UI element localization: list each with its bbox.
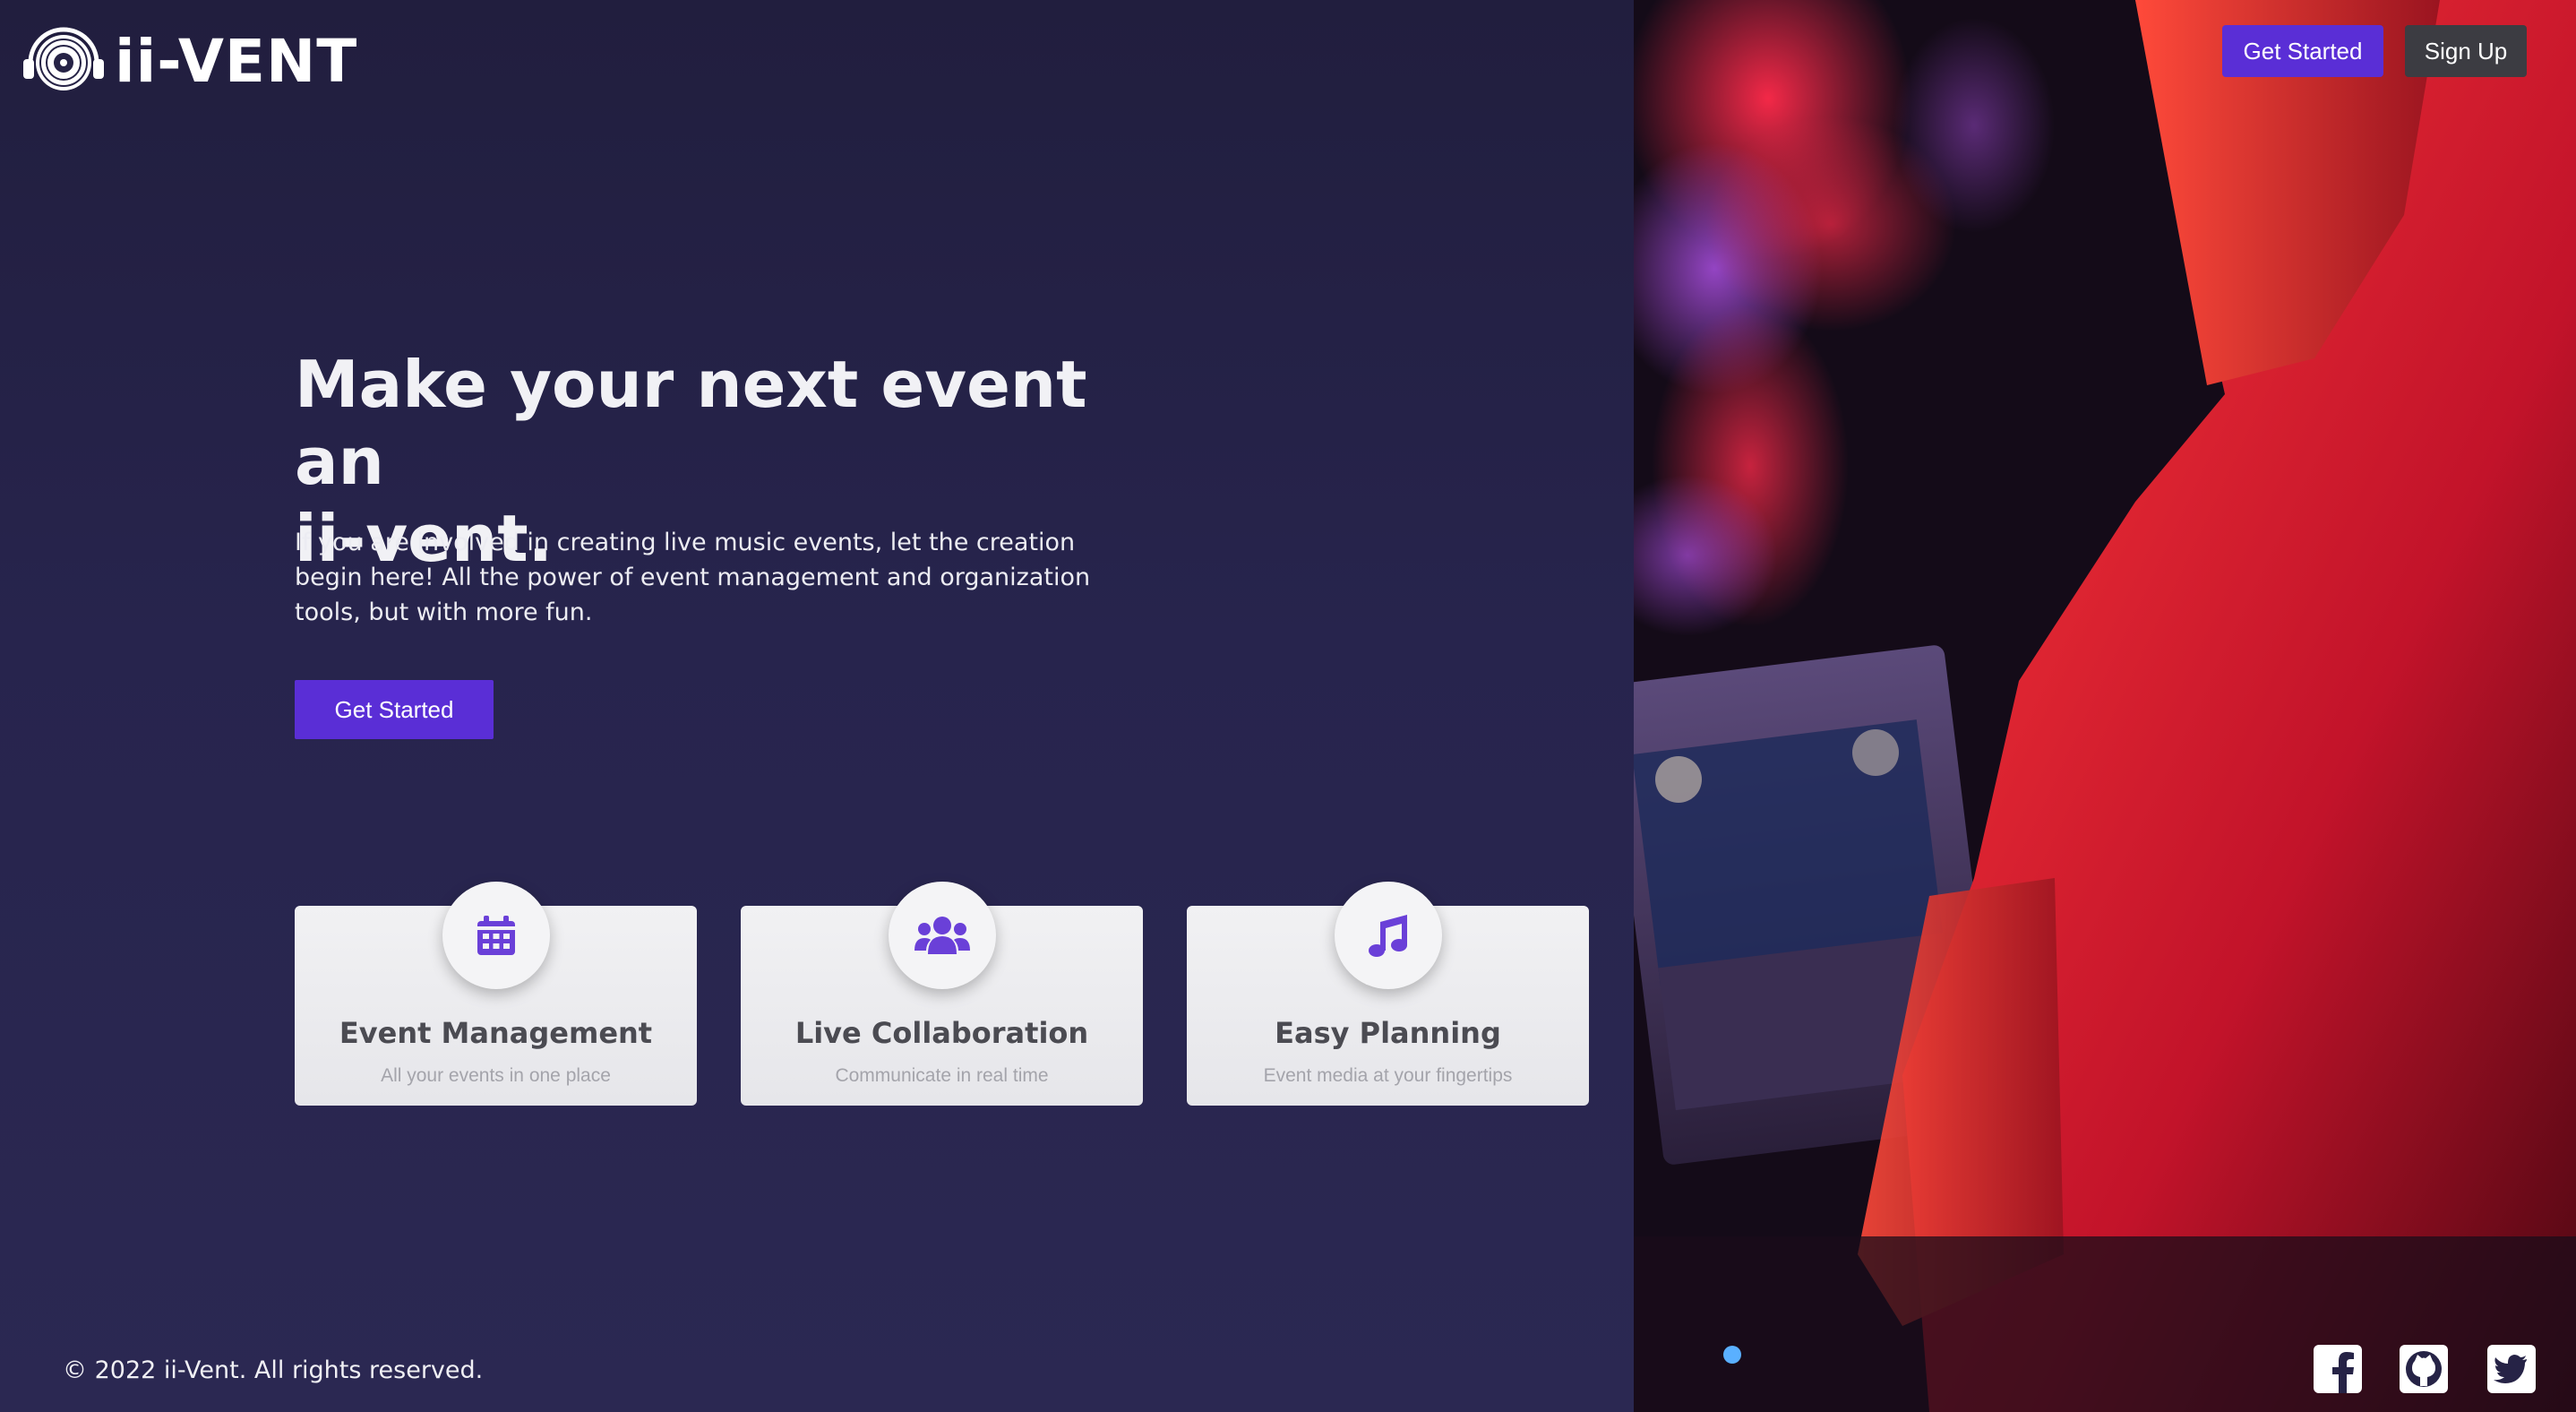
calendar-icon: [442, 882, 550, 989]
feature-description: Event media at your fingertips: [1263, 1065, 1513, 1086]
nav-sign-up-button[interactable]: Sign Up: [2405, 25, 2527, 77]
twitter-icon[interactable]: [2486, 1344, 2537, 1394]
feature-title: Easy Planning: [1275, 1016, 1501, 1050]
vinyl-headphones-icon: [21, 23, 106, 99]
hero-get-started-button[interactable]: Get Started: [295, 680, 494, 739]
hero-subtitle: If you are involved in creating live mus…: [295, 529, 1091, 626]
users-icon: [889, 882, 996, 989]
hero-photo: [1634, 0, 2576, 1412]
brand-name: ii-VENT: [115, 26, 358, 96]
feature-description: Communicate in real time: [835, 1065, 1049, 1086]
hero-section: [0, 0, 1634, 1412]
brand-logo[interactable]: ii-VENT: [21, 23, 357, 99]
copyright-text: © 2022 ii-Vent. All rights reserved.: [63, 1356, 484, 1384]
facebook-icon[interactable]: [2313, 1344, 2363, 1394]
feature-title: Live Collaboration: [794, 1016, 1089, 1050]
music-note-icon: [1335, 882, 1442, 989]
nav-get-started-button[interactable]: Get Started: [2222, 25, 2383, 77]
github-icon[interactable]: [2399, 1344, 2449, 1394]
feature-description: All your events in one place: [381, 1065, 611, 1086]
feature-title: Event Management: [339, 1016, 653, 1050]
hero-title-line-1: Make your next event an: [295, 347, 1087, 499]
